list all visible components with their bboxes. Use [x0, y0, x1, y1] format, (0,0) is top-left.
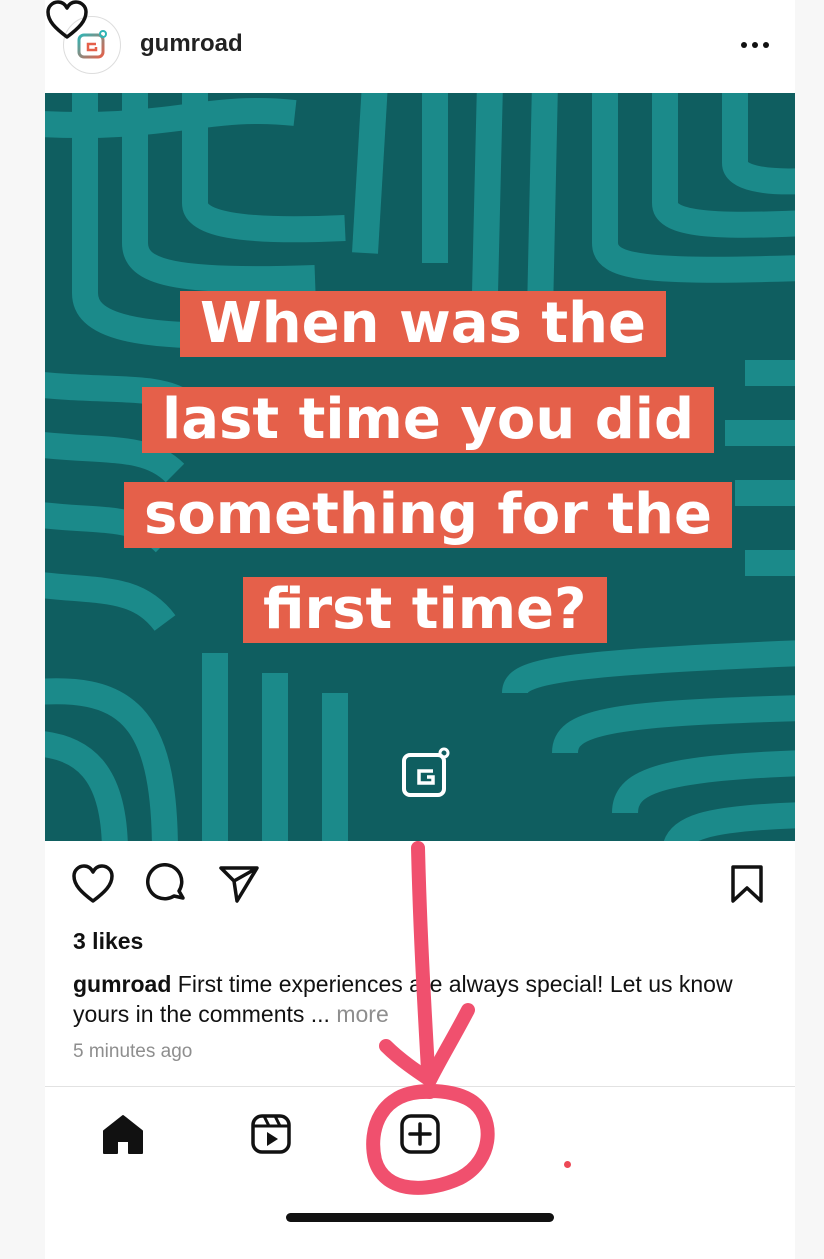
- reels-icon: [251, 1114, 291, 1154]
- image-text-line-2: last time you did: [142, 387, 715, 453]
- like-count[interactable]: 3 likes: [73, 928, 143, 955]
- instagram-post-screen: gumroad When was the last time you did s…: [45, 0, 795, 1259]
- create-post-icon: [400, 1114, 440, 1154]
- more-horizontal-icon: [741, 42, 769, 48]
- save-button[interactable]: [721, 858, 773, 910]
- caption-username[interactable]: gumroad: [73, 971, 171, 997]
- gumroad-watermark-icon: [402, 747, 450, 797]
- image-text-line-1: When was the: [180, 291, 666, 357]
- home-indicator: [286, 1213, 554, 1222]
- share-button[interactable]: [213, 858, 265, 910]
- paper-plane-icon: [219, 866, 259, 903]
- comment-button[interactable]: [141, 858, 193, 910]
- nav-home-tab[interactable]: [95, 1106, 151, 1162]
- nav-reels-tab[interactable]: [243, 1106, 299, 1162]
- post-image[interactable]: When was the last time you did something…: [45, 93, 795, 841]
- post-image-background: [45, 93, 795, 841]
- like-button[interactable]: [67, 858, 119, 910]
- nav-activity-tab[interactable]: [45, 0, 89, 40]
- comment-icon: [146, 863, 185, 901]
- post-timestamp: 5 minutes ago: [73, 1041, 193, 1062]
- activity-heart-icon: [46, 0, 88, 39]
- image-text-line-4: first time?: [243, 577, 607, 643]
- caption-more-link[interactable]: more: [336, 1001, 388, 1027]
- post-header: gumroad: [45, 0, 795, 92]
- bookmark-icon: [731, 865, 763, 903]
- image-text-line-3: something for the: [124, 482, 732, 548]
- more-options-button[interactable]: [737, 30, 773, 60]
- nav-divider: [45, 1086, 795, 1087]
- activity-notification-dot: [564, 1161, 571, 1168]
- caption-text: First time experiences are always specia…: [73, 971, 733, 1027]
- post-caption: gumroad First time experiences are alway…: [73, 969, 773, 1029]
- nav-create-post-tab[interactable]: [392, 1106, 448, 1162]
- home-icon: [103, 1115, 143, 1154]
- heart-icon: [72, 864, 114, 903]
- post-username[interactable]: gumroad: [140, 30, 243, 58]
